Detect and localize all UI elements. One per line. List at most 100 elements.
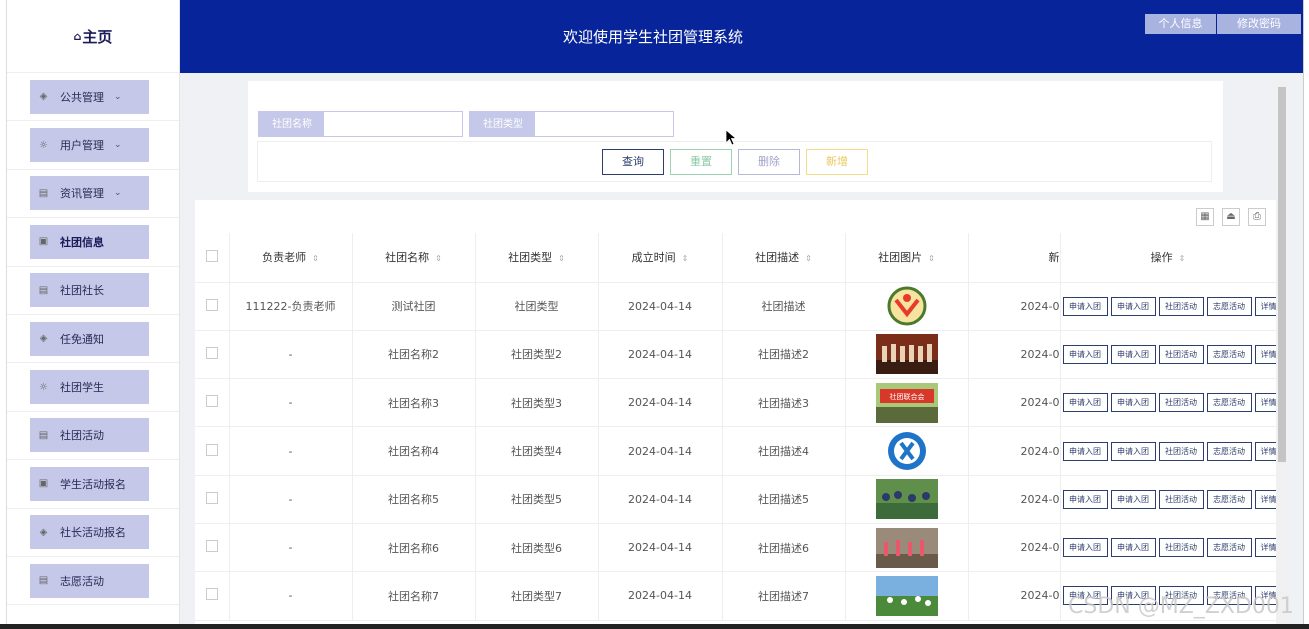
- sidebar-item-button[interactable]: ◈ 任免通知: [30, 321, 149, 356]
- sidebar-item-button[interactable]: ◈ 公共管理 ⌄: [30, 79, 149, 114]
- sidebar-item: ◈ 任免通知: [7, 315, 179, 364]
- col-header-desc[interactable]: 社团描述 ⇕: [722, 233, 846, 283]
- volunteer-activity-button[interactable]: 志愿活动: [1206, 393, 1252, 413]
- columns-filter-icon[interactable]: ▦: [1196, 208, 1214, 226]
- volunteer-activity-button[interactable]: 志愿活动: [1206, 344, 1252, 364]
- apply-join-button[interactable]: 申请入团: [1062, 344, 1108, 364]
- print-icon[interactable]: ⎙: [1248, 208, 1266, 226]
- change-password-button[interactable]: 修改密码: [1217, 14, 1301, 34]
- add-button[interactable]: 新增: [806, 149, 868, 175]
- table-row[interactable]: 111222-负责老师 测试社团 社团类型 2024-04-14 社团描述 2024-0 申…: [195, 282, 1276, 331]
- detail-button[interactable]: 详情: [1254, 538, 1275, 558]
- club-activity-button[interactable]: 社团活动: [1158, 344, 1204, 364]
- club-image[interactable]: [846, 575, 968, 616]
- sort-icon[interactable]: ⇕: [558, 254, 565, 263]
- club-image[interactable]: 社团联合会: [846, 382, 968, 423]
- table-row[interactable]: - 社团名称6 社团类型6 2024-04-14 社团描述6 2024-0 申请入团 申请入团…: [195, 523, 1276, 573]
- row-checkbox[interactable]: [205, 588, 218, 601]
- detail-button[interactable]: 详情: [1254, 296, 1275, 316]
- row-checkbox[interactable]: [205, 540, 218, 553]
- apply-join-button[interactable]: 申请入团: [1062, 393, 1108, 413]
- action-button-row: 查询 重置 删除 新增: [257, 141, 1212, 182]
- detail-button[interactable]: 详情: [1254, 441, 1275, 461]
- apply-join-button[interactable]: 申请入团: [1062, 538, 1108, 558]
- apply-join-button-2[interactable]: 申请入团: [1110, 296, 1156, 316]
- sort-icon[interactable]: ⇕: [1179, 254, 1186, 263]
- volunteer-activity-button[interactable]: 志愿活动: [1206, 441, 1252, 461]
- detail-button[interactable]: 详情: [1254, 344, 1275, 364]
- layers-icon: ◈: [39, 333, 48, 345]
- row-checkbox[interactable]: [205, 443, 218, 456]
- sidebar-item-button[interactable]: ☼ 用户管理 ⌄: [30, 128, 149, 163]
- club-activity-button[interactable]: 社团活动: [1158, 538, 1204, 558]
- col-header-name[interactable]: 社团名称 ⇕: [352, 233, 476, 283]
- apply-join-button[interactable]: 申请入团: [1062, 296, 1108, 316]
- volunteer-activity-button[interactable]: 志愿活动: [1206, 296, 1252, 316]
- sidebar-item-button[interactable]: ▤ 资讯管理 ⌄: [30, 176, 149, 211]
- sort-icon[interactable]: ⇕: [312, 254, 319, 263]
- apply-join-button-2[interactable]: 申请入团: [1110, 489, 1156, 509]
- sidebar-item-button[interactable]: ▣ 学生活动报名: [30, 466, 149, 501]
- row-checkbox[interactable]: [205, 395, 218, 408]
- table-row[interactable]: - 社团名称4 社团类型4 2024-04-14 社团描述4 2024-0 申请入团 申请入团…: [195, 426, 1276, 476]
- sort-icon[interactable]: ⇕: [928, 254, 935, 263]
- query-button[interactable]: 查询: [602, 149, 664, 175]
- detail-button[interactable]: 详情: [1254, 586, 1275, 606]
- sidebar-item-button[interactable]: ▤ 社团活动: [30, 418, 149, 453]
- home-link[interactable]: ⌂ 主页: [7, 0, 179, 73]
- vertical-scrollbar[interactable]: [1277, 81, 1287, 629]
- club-image[interactable]: [846, 479, 968, 520]
- volunteer-activity-button[interactable]: 志愿活动: [1206, 586, 1252, 606]
- apply-join-button-2[interactable]: 申请入团: [1110, 344, 1156, 364]
- club-image[interactable]: [846, 527, 968, 568]
- sidebar-item-button[interactable]: ☼ 社团学生: [30, 370, 149, 405]
- row-checkbox[interactable]: [205, 346, 218, 359]
- col-header-type[interactable]: 社团类型 ⇕: [475, 233, 599, 283]
- apply-join-button-2[interactable]: 申请入团: [1110, 586, 1156, 606]
- apply-join-button[interactable]: 申请入团: [1062, 489, 1108, 509]
- sidebar-item-button[interactable]: ▤ 志愿活动: [30, 563, 149, 598]
- sort-icon[interactable]: ⇕: [435, 254, 442, 263]
- apply-join-button[interactable]: 申请入团: [1062, 586, 1108, 606]
- reset-button[interactable]: 重置: [670, 149, 732, 175]
- club-activity-button[interactable]: 社团活动: [1158, 489, 1204, 509]
- col-header-teacher[interactable]: 负责老师 ⇕: [229, 233, 353, 283]
- club-name-input[interactable]: [324, 112, 462, 136]
- delete-button[interactable]: 删除: [738, 149, 800, 175]
- scrollbar-thumb[interactable]: [1278, 87, 1286, 462]
- volunteer-activity-button[interactable]: 志愿活动: [1206, 538, 1252, 558]
- sort-icon[interactable]: ⇕: [805, 254, 812, 263]
- club-activity-button[interactable]: 社团活动: [1158, 393, 1204, 413]
- apply-join-button-2[interactable]: 申请入团: [1110, 538, 1156, 558]
- table-row[interactable]: - 社团名称2 社团类型2 2024-04-14 社团描述2 2024-0 申请入团 申请入团…: [195, 330, 1276, 380]
- export-icon[interactable]: ⏏: [1222, 208, 1240, 226]
- detail-button[interactable]: 详情: [1254, 489, 1275, 509]
- apply-join-button[interactable]: 申请入团: [1062, 441, 1108, 461]
- club-activity-button[interactable]: 社团活动: [1158, 296, 1204, 316]
- select-all-checkbox[interactable]: [205, 249, 218, 262]
- apply-join-button-2[interactable]: 申请入团: [1110, 393, 1156, 413]
- sidebar-item-button[interactable]: ▣ 社团信息: [30, 224, 149, 259]
- club-activity-button[interactable]: 社团活动: [1158, 441, 1204, 461]
- club-activity-button[interactable]: 社团活动: [1158, 586, 1204, 606]
- sort-icon[interactable]: ⇕: [682, 254, 689, 263]
- club-type-input[interactable]: [535, 112, 673, 136]
- table-row[interactable]: - 社团名称5 社团类型5 2024-04-14 社团描述5 2024-0 申请入团 申请入团…: [195, 475, 1276, 524]
- apply-join-button-2[interactable]: 申请入团: [1110, 441, 1156, 461]
- cell-image: [845, 571, 969, 621]
- club-image[interactable]: [846, 286, 968, 327]
- sidebar-item-button[interactable]: ▤ 社团社长: [30, 273, 149, 308]
- table-row[interactable]: - 社团名称7 社团类型7 2024-04-14 社团描述7 2024-0 申请入团 申请入团…: [195, 571, 1276, 621]
- col-header-date[interactable]: 成立时间 ⇕: [598, 233, 723, 283]
- col-header-image[interactable]: 社团图片 ⇕: [845, 233, 969, 283]
- volunteer-activity-button[interactable]: 志愿活动: [1206, 489, 1252, 509]
- club-image[interactable]: [846, 431, 968, 472]
- table-row[interactable]: - 社团名称3 社团类型3 2024-04-14 社团描述3 社团联合会 2024-0 申请入…: [195, 378, 1276, 428]
- row-checkbox[interactable]: [205, 491, 218, 504]
- profile-button[interactable]: 个人信息: [1145, 14, 1216, 34]
- row-checkbox[interactable]: [205, 298, 218, 311]
- detail-button[interactable]: 详情: [1254, 393, 1275, 413]
- sidebar-item-button[interactable]: ◈ 社长活动报名: [30, 515, 149, 550]
- col-header-extra[interactable]: 新: [968, 233, 1061, 283]
- club-image[interactable]: [846, 334, 968, 375]
